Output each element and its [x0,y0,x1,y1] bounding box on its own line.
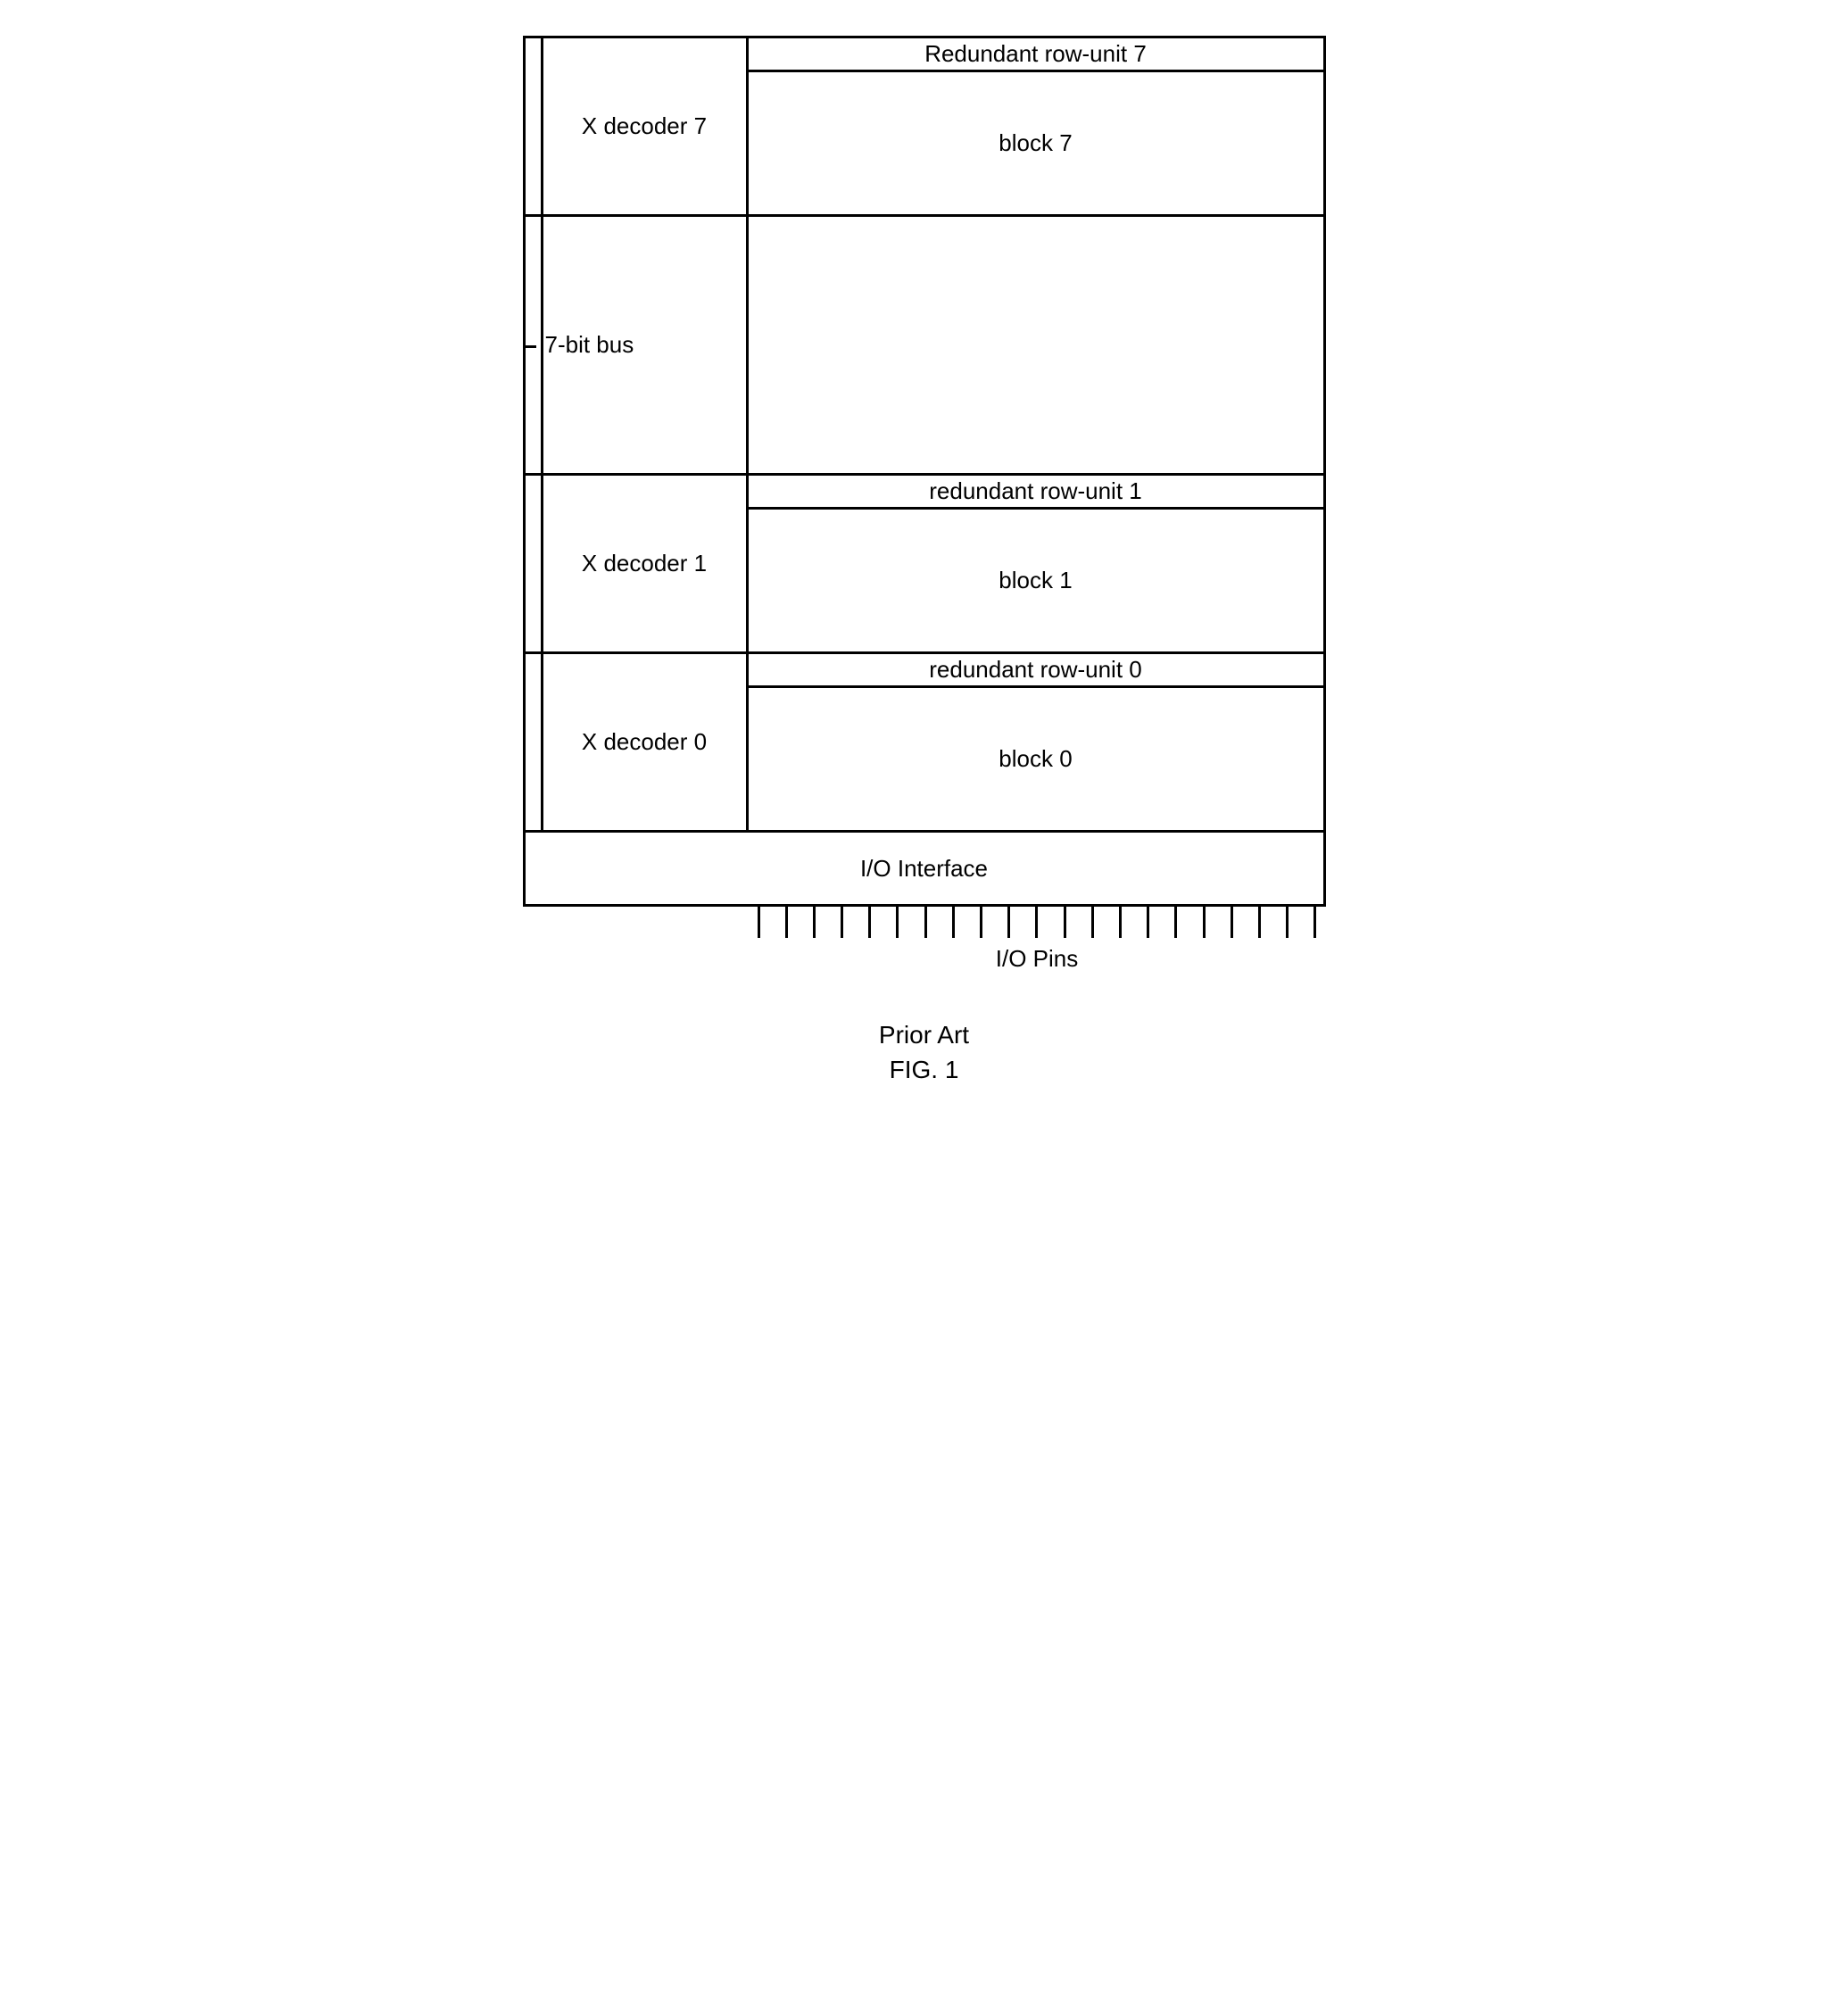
caption-line2: FIG. 1 [879,1052,969,1087]
decoder-7: X decoder 7 [543,38,749,214]
io-pin [924,907,927,938]
section-7: X decoder 7 Redundant row-unit 7 block 7 [526,38,1323,217]
block-1: block 1 [749,510,1323,651]
decoder-0: X decoder 0 [543,654,749,830]
io-pins-label: I/O Pins [749,945,1326,973]
block-column-1: redundant row-unit 1 block 1 [749,476,1323,651]
bus-label-cell: 7-bit bus [543,217,749,473]
block-column-bus [749,217,1323,473]
redundant-row-0: redundant row-unit 0 [749,654,1323,688]
bus-column [526,38,543,214]
io-pin [1035,907,1038,938]
io-pin [980,907,982,938]
decoder-1-label: X decoder 1 [582,550,707,577]
redundant-row-1: redundant row-unit 1 [749,476,1323,510]
io-pin [1174,907,1177,938]
section-1: X decoder 1 redundant row-unit 1 block 1 [526,476,1323,654]
io-pin [1231,907,1233,938]
io-pin [1119,907,1122,938]
block-0: block 0 [749,688,1323,830]
io-pin [1313,907,1316,938]
memory-chip-diagram: X decoder 7 Redundant row-unit 7 block 7… [523,36,1326,907]
io-pin [785,907,788,938]
decoder-0-label: X decoder 0 [582,728,707,756]
decoder-7-label: X decoder 7 [582,112,707,140]
io-interface: I/O Interface [526,833,1323,904]
io-pin [1147,907,1149,938]
io-pin [1258,907,1261,938]
bus-label: 7-bit bus [545,331,634,359]
redundant-row-7: Redundant row-unit 7 [749,38,1323,72]
io-pin [868,907,871,938]
io-pin [758,907,760,938]
bus-column [526,476,543,651]
decoder-1: X decoder 1 [543,476,749,651]
io-pin [1286,907,1289,938]
figure-caption: Prior Art FIG. 1 [879,1017,969,1087]
caption-line1: Prior Art [879,1017,969,1052]
io-pins [749,907,1326,938]
io-pin [1007,907,1010,938]
section-bus: 7-bit bus [526,217,1323,476]
bus-column [526,654,543,830]
block-7: block 7 [749,72,1323,214]
io-pin [813,907,816,938]
section-0: X decoder 0 redundant row-unit 0 block 0 [526,654,1323,833]
io-pin [1064,907,1066,938]
io-pin [1091,907,1094,938]
io-pins-label-row: I/O Pins [523,938,1326,973]
bus-tick-mark [524,345,536,348]
io-pin [952,907,955,938]
io-pin [1203,907,1206,938]
io-pin [896,907,899,938]
io-pins-container [523,907,1326,938]
block-column-7: Redundant row-unit 7 block 7 [749,38,1323,214]
block-column-0: redundant row-unit 0 block 0 [749,654,1323,830]
io-pin [841,907,843,938]
